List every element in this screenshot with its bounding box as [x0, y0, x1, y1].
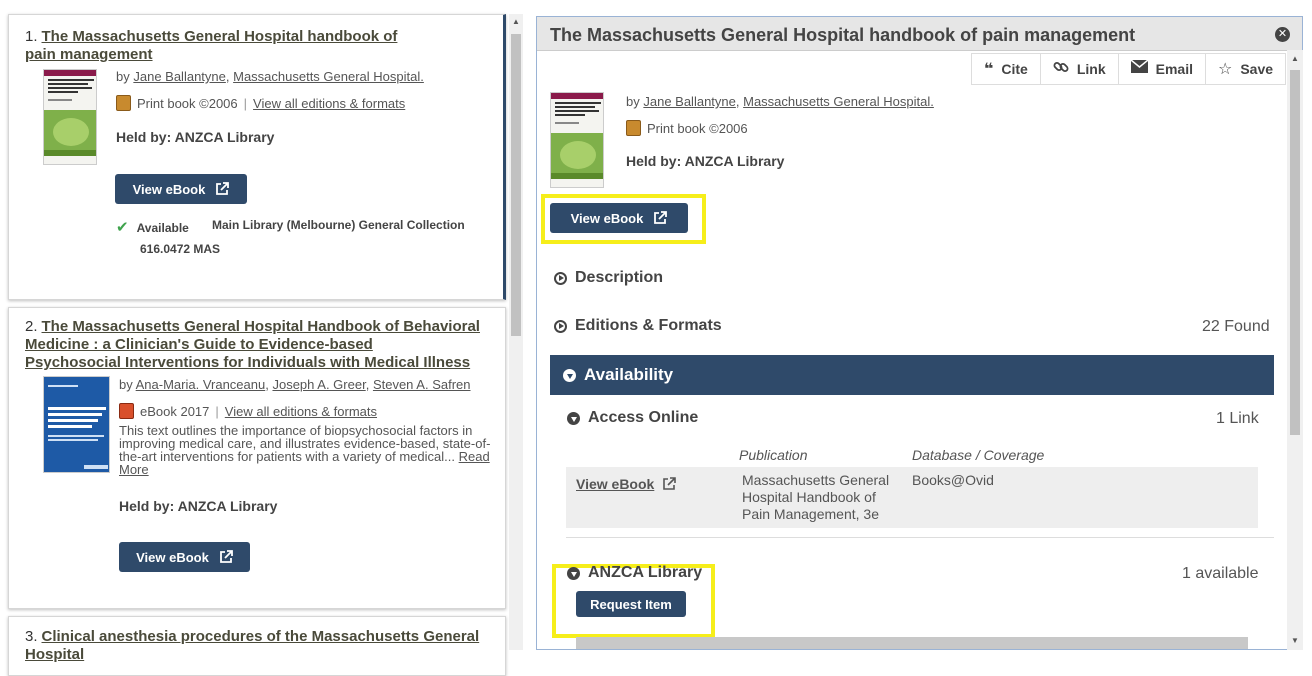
external-link-icon — [653, 211, 668, 225]
request-item-button[interactable]: Request Item — [576, 591, 686, 617]
result-title-link-1[interactable]: The Massachusetts General Hospital handb… — [25, 28, 397, 63]
expand-icon — [554, 319, 567, 333]
ebook-icon — [119, 403, 134, 419]
detail-header: The Massachusetts General Hospital handb… — [537, 17, 1302, 51]
results-panel: 1. The Massachusetts General Hospital han… — [0, 0, 524, 676]
access-online-toggle[interactable]: Access Online — [567, 409, 698, 427]
print-book-icon — [116, 95, 131, 111]
check-icon: ✔ — [116, 219, 129, 236]
result-format-2: eBook 2017 | View all editions & formats — [119, 403, 377, 419]
book-cover-2[interactable] — [43, 376, 110, 473]
result-format-1: Print book ©2006 | View all editions & f… — [116, 95, 405, 111]
result-card-2[interactable]: 2. The Massachusetts General Hospital Han… — [8, 307, 506, 609]
editions-formats-toggle[interactable]: Editions & Formats — [554, 317, 722, 335]
holdings-table-header — [576, 637, 1248, 649]
view-ebook-button-2[interactable]: View eBook — [119, 542, 250, 572]
result-title-link-2[interactable]: The Massachusetts General Hospital Handb… — [25, 318, 480, 371]
row-publication: Massachusetts General Hospital Handbook … — [742, 472, 890, 522]
book-cover-1[interactable] — [43, 69, 97, 165]
column-header-database: Database / Coverage — [912, 447, 1045, 463]
editions-count: 22 Found — [1202, 318, 1270, 335]
save-button[interactable]: ☆ Save — [1206, 54, 1287, 84]
result-card-3[interactable]: 3. Clinical anesthesia procedures of the … — [8, 616, 506, 676]
view-ebook-link[interactable]: View eBook — [576, 476, 654, 492]
library-count: 1 available — [1182, 565, 1259, 582]
read-more-link[interactable]: Read — [459, 449, 490, 464]
link-button[interactable]: Link — [1041, 54, 1119, 84]
star-icon: ☆ — [1217, 61, 1233, 78]
access-online-row: View eBook Massachusetts General Hospita… — [566, 467, 1258, 528]
cite-button[interactable]: ❝ Cite — [972, 54, 1041, 84]
detail-format: Print book ©2006 — [626, 120, 748, 136]
envelope-icon — [1130, 59, 1149, 78]
all-editions-link[interactable]: View all editions & formats — [225, 404, 377, 419]
link-icon — [1053, 59, 1069, 80]
result-authors-1: by Jane Ballantyne, Massachusetts Genera… — [116, 69, 424, 84]
collapse-icon — [563, 368, 576, 382]
result-title-link-3[interactable]: Clinical anesthesia procedures of the Ma… — [25, 628, 479, 663]
detail-view-ebook-button[interactable]: View eBook — [550, 203, 688, 233]
held-by-2: Held by: ANZCA Library — [119, 498, 278, 514]
results-scrollbar[interactable]: ▲ — [509, 14, 523, 650]
author-link[interactable]: Joseph A. Greer — [272, 377, 365, 392]
author-link[interactable]: Steven A. Safren — [373, 377, 471, 392]
call-number-1: 616.0472 MAS — [140, 242, 221, 256]
collapse-icon — [567, 566, 580, 580]
quote-icon: ❝ — [984, 61, 994, 78]
all-editions-link[interactable]: View all editions & formats — [253, 96, 405, 111]
result-description-2: This text outlines the importance of bio… — [119, 423, 491, 477]
scrollbar-thumb[interactable] — [511, 34, 521, 336]
availability-status-1: ✔ Available — [116, 219, 189, 236]
detail-title: The Massachusetts General Hospital handb… — [550, 25, 1136, 45]
detail-book-cover — [550, 92, 604, 188]
external-link-icon — [219, 550, 233, 564]
result-card-1[interactable]: 1. The Massachusetts General Hospital han… — [8, 14, 506, 300]
row-view-ebook: View eBook — [576, 476, 677, 493]
expand-icon — [554, 271, 567, 285]
collapse-icon — [567, 411, 580, 425]
author-link[interactable]: Massachusetts General Hospital. — [233, 69, 424, 84]
author-link[interactable]: Ana-Maria. Vranceanu — [136, 377, 266, 392]
detail-authors: by Jane Ballantyne, Massachusetts Genera… — [626, 94, 934, 109]
held-by-1: Held by: ANZCA Library — [116, 129, 275, 145]
result-title-1: 1. The Massachusetts General Hospital han… — [25, 28, 398, 63]
view-ebook-button-1[interactable]: View eBook — [115, 174, 247, 204]
location-1: Main Library (Melbourne) General Collect… — [212, 218, 465, 232]
detail-scrollbar[interactable]: ▲ ▼ — [1287, 50, 1303, 650]
email-button[interactable]: Email — [1119, 54, 1206, 84]
author-link[interactable]: Jane Ballantyne — [133, 69, 226, 84]
result-authors-2: by Ana-Maria. Vranceanu, Joseph A. Greer… — [119, 377, 471, 392]
close-icon[interactable]: ✕ — [1275, 27, 1290, 42]
scroll-up-arrow-icon[interactable]: ▲ — [1291, 54, 1299, 63]
print-book-icon — [626, 120, 641, 136]
library-toggle[interactable]: ANZCA Library — [567, 564, 702, 582]
author-link[interactable]: Jane Ballantyne — [643, 94, 736, 109]
scroll-down-arrow-icon[interactable]: ▼ — [1291, 636, 1299, 645]
access-online-count: 1 Link — [1216, 410, 1259, 427]
external-link-icon — [662, 477, 677, 491]
scroll-up-arrow-icon[interactable]: ▲ — [512, 17, 520, 26]
description-toggle[interactable]: Description — [554, 269, 663, 287]
detail-panel: The Massachusetts General Hospital handb… — [536, 16, 1303, 650]
detail-toolbar: ❝ Cite Link Email ☆ Save — [971, 53, 1287, 85]
column-header-publication: Publication — [739, 447, 808, 463]
read-more-link[interactable]: More — [119, 462, 149, 477]
external-link-icon — [215, 182, 230, 196]
result-title-2: 2. The Massachusetts General Hospital Han… — [25, 318, 480, 371]
divider — [566, 537, 1274, 538]
result-title-3: 3. Clinical anesthesia procedures of the … — [25, 628, 480, 663]
detail-held-by: Held by: ANZCA Library — [626, 153, 785, 169]
availability-section-header[interactable]: Availability — [550, 355, 1274, 395]
author-link[interactable]: Massachusetts General Hospital. — [743, 94, 934, 109]
row-database: Books@Ovid — [912, 472, 994, 488]
scrollbar-thumb[interactable] — [1290, 70, 1300, 435]
